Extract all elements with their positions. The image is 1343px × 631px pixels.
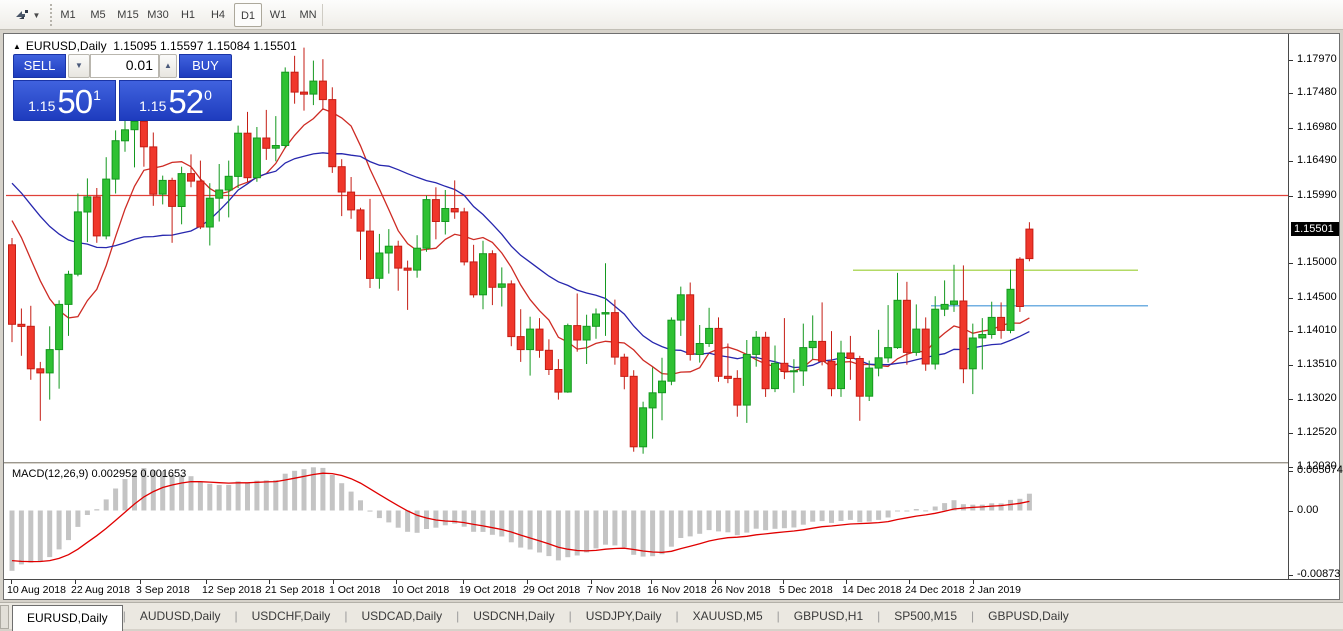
timeframe-button-mn[interactable]: MN [294,3,322,27]
price-tick-label: 1.15990 [1297,189,1337,201]
toolbar-separator [322,4,323,26]
timeframe-button-h1[interactable]: H1 [174,3,202,27]
macd-tick-mark [1289,471,1293,472]
macd-tick-mark [1289,511,1293,512]
spinner-up-icon: ▲ [164,61,172,70]
timeframe-button-m15[interactable]: M15 [114,3,142,27]
macd-tick-mark [1289,575,1293,576]
timeframe-button-h4[interactable]: H4 [204,3,232,27]
buy-price-prefix: 1.15 [139,98,166,114]
macd-tick-label: 0.00 [1297,504,1318,516]
chart-tab-sp500-m15[interactable]: SP500,M15 [880,604,971,629]
price-tick-label: 1.16980 [1297,121,1337,133]
date-tick-label: 3 Sep 2018 [136,584,190,596]
price-tick-mark [1289,196,1293,197]
timeframe-button-m1[interactable]: M1 [54,3,82,27]
chart-tab-usdcad-daily[interactable]: USDCAD,Daily [347,604,456,629]
date-tick-label: 10 Aug 2018 [7,584,66,596]
timeframe-button-d1[interactable]: D1 [234,3,262,27]
chart-shift-icon-button[interactable]: ▼ [10,4,44,26]
macd-indicator-pane[interactable] [6,465,1288,579]
price-tick-mark [1289,365,1293,366]
date-tick-label: 5 Dec 2018 [779,584,833,596]
date-axis[interactable]: 10 Aug 2018 22 Aug 2018 3 Sep 2018 12 Sep 2… [4,579,1339,599]
price-axis[interactable]: 1.15501 1.17970 1.17480 1.16980 1.16490 1.15… [1288,34,1339,579]
date-tick-label: 29 Oct 2018 [523,584,580,596]
date-tick-label: 21 Sep 2018 [265,584,325,596]
chart-tab-usdcnh-daily[interactable]: USDCNH,Daily [459,604,568,629]
price-tick-label: 1.16490 [1297,154,1337,166]
lot-size-input[interactable]: 0.01 [90,54,159,78]
date-tick-label: 22 Aug 2018 [71,584,130,596]
price-tick-label: 1.12520 [1297,426,1337,438]
sell-price-big: 50 [57,87,92,117]
price-tick-label: 1.14010 [1297,324,1337,336]
price-tick-label: 1.13510 [1297,358,1337,370]
date-tick-label: 14 Dec 2018 [842,584,902,596]
timeframe-button-m5[interactable]: M5 [84,3,112,27]
sell-price-prefix: 1.15 [28,98,55,114]
buy-button[interactable]: BUY [179,54,232,78]
price-tick-label: 1.17970 [1297,53,1337,65]
price-tick-label: 1.14500 [1297,291,1337,303]
one-click-trade-panel: SELL ▼ 0.01 ▲ BUY 1.15 50 1 1.15 52 0 [13,54,232,79]
lot-decrease-button[interactable]: ▼ [68,54,90,78]
date-tick-label: 1 Oct 2018 [329,584,380,596]
price-tick-label: 1.13020 [1297,392,1337,404]
price-tick-mark [1289,60,1293,61]
date-tick-label: 7 Nov 2018 [587,584,641,596]
chart-tab-usdchf-daily[interactable]: USDCHF,Daily [238,604,345,629]
date-tick-label: 10 Oct 2018 [392,584,449,596]
chart-tab-gbpusd-h1[interactable]: GBPUSD,H1 [780,604,877,629]
price-tick-mark [1289,467,1293,468]
buy-price-button[interactable]: 1.15 52 0 [119,80,232,121]
sell-button[interactable]: SELL [13,54,66,78]
price-tick-label: 1.15000 [1297,256,1337,268]
sell-price-button[interactable]: 1.15 50 1 [13,80,116,121]
price-tick-mark [1289,128,1293,129]
timeframe-button-w1[interactable]: W1 [264,3,292,27]
date-tick-label: 26 Nov 2018 [711,584,771,596]
date-tick-label: 19 Oct 2018 [459,584,516,596]
price-tick-mark [1289,263,1293,264]
date-tick-label: 16 Nov 2018 [647,584,707,596]
tab-scroll-button[interactable] [0,605,9,629]
chart-window: ▲EURUSD,Daily 1.15095 1.15597 1.15084 1.… [3,33,1340,600]
chart-tab-gbpusd-daily[interactable]: GBPUSD,Daily [974,604,1083,629]
lot-increase-button[interactable]: ▲ [159,54,177,78]
toolbar-dropdown-icon[interactable]: ▼ [33,11,41,20]
price-tick-mark [1289,93,1293,94]
price-tick-mark [1289,331,1293,332]
diagonal-arrows-icon [14,8,30,22]
date-tick-label: 2 Jan 2019 [969,584,1021,596]
chart-tab-bar: EURUSD,Daily|AUDUSD,Daily|USDCHF,Daily|U… [0,602,1343,629]
timeframe-button-m30[interactable]: M30 [144,3,172,27]
macd-tick-label: 0.005074 [1297,464,1343,476]
price-tick-mark [1289,161,1293,162]
chart-tab-xauusd-m5[interactable]: XAUUSD,M5 [679,604,777,629]
price-tick-mark [1289,433,1293,434]
chart-tab-eurusd-daily[interactable]: EURUSD,Daily [12,605,123,631]
chart-tab-audusd-daily[interactable]: AUDUSD,Daily [126,604,235,629]
buy-price-pipette: 0 [204,87,212,103]
date-tick-label: 24 Dec 2018 [905,584,965,596]
macd-indicator-label: MACD(12,26,9) 0.002952 0.001653 [12,468,186,480]
sell-price-pipette: 1 [93,87,101,103]
date-tick-label: 12 Sep 2018 [202,584,262,596]
spinner-down-icon: ▼ [75,61,83,70]
price-tick-label: 1.17480 [1297,86,1337,98]
buy-price-big: 52 [168,87,203,117]
chart-tab-usdjpy-daily[interactable]: USDJPY,Daily [572,604,676,629]
current-price-badge: 1.15501 [1291,222,1339,236]
price-tick-mark [1289,399,1293,400]
timeframe-toolbar: ▼ M1M5M15M30H1H4D1W1MN [0,0,1343,30]
price-tick-mark [1289,298,1293,299]
